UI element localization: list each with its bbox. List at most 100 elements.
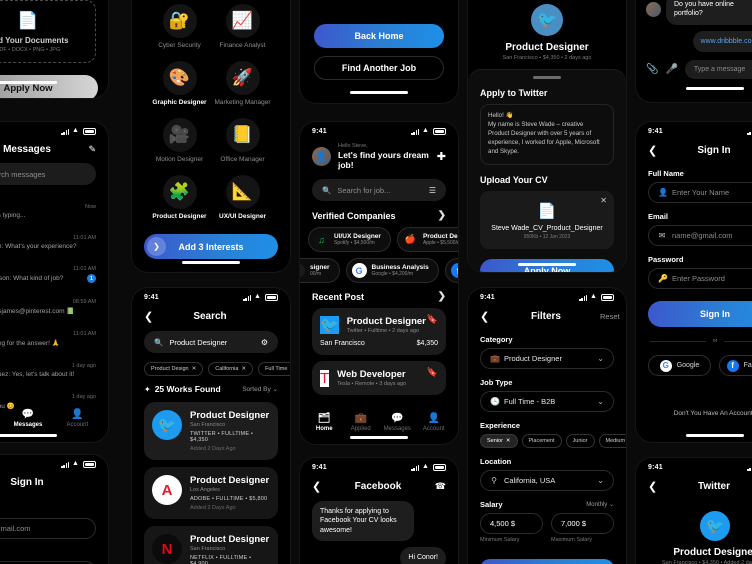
- list-item[interactable]: Sony 11:01 AM Sophie Anderson: What kind…: [0, 256, 108, 289]
- filter-select[interactable]: 🕒 Full Time - B2B ⌄: [480, 391, 614, 412]
- interest-graphic-designer[interactable]: 🎨 Graphic Designer: [148, 61, 211, 106]
- battery-icon: [83, 461, 96, 468]
- min-salary-input[interactable]: 4,500 $: [480, 513, 543, 534]
- apply-now-button[interactable]: Apply Now: [0, 75, 98, 98]
- chevron-right-icon[interactable]: ❯: [438, 210, 446, 221]
- chevron-left-icon[interactable]: ❮: [648, 144, 660, 157]
- signin-navbar: ❮ Sign In: [636, 137, 752, 165]
- list-item[interactable]: 🔖 🐦 Product Designer Twitter • Fulltime …: [312, 308, 446, 355]
- company-chip[interactable]: ♫ UI/UX Designer Spotify • $4,500/m: [308, 227, 391, 252]
- company-chip[interactable]: signer 00/m: [300, 258, 340, 283]
- wifi-icon: [72, 127, 80, 135]
- document-dropzone[interactable]: 📄 Add Your Documents PDF • DOCX • PNG • …: [0, 0, 96, 63]
- apply-filters-button[interactable]: [480, 559, 614, 564]
- clear-icon[interactable]: ⚙: [261, 338, 268, 347]
- interest-emoji-icon: 📐: [225, 175, 260, 209]
- input-password[interactable]: 🔑 Enter Password: [648, 268, 752, 289]
- sheet-drag-handle[interactable]: [533, 76, 561, 79]
- filter-icon[interactable]: ☰: [429, 186, 436, 195]
- email-field[interactable]: name@gmail.com: [0, 518, 96, 539]
- signup-link[interactable]: Don't You Have An Account?: [636, 376, 752, 420]
- experience-chip[interactable]: Placement: [521, 434, 562, 448]
- input-full-name[interactable]: 👤 Enter Your Name: [648, 182, 752, 203]
- reset-button[interactable]: Reset: [600, 312, 620, 321]
- company-logo-twitter: 🐦: [320, 316, 339, 334]
- list-item[interactable]: Google Now Emily White is typing...: [0, 194, 108, 225]
- company-chip[interactable]: f Mot Face: [444, 258, 458, 283]
- interest-office-manager[interactable]: 📒 Office Manager: [211, 118, 274, 163]
- tab-messages[interactable]: 💬 Messages: [379, 414, 416, 433]
- close-icon[interactable]: ✕: [600, 196, 607, 205]
- cv-file-card[interactable]: ✕ 📄 Steve Wade_CV_Product_Designer 950Kb…: [480, 190, 614, 249]
- tab-account[interactable]: 👤 Account: [53, 410, 102, 429]
- company-chip[interactable]: 🍎 Product Designer Apple • $5,500/m: [396, 227, 458, 252]
- filter-chip[interactable]: Full Time✕: [258, 362, 290, 376]
- tab-home[interactable]: 🗂 Home: [306, 414, 343, 433]
- experience-chip[interactable]: Junior: [565, 434, 595, 448]
- list-item[interactable]: Pinterest 08:59 AM Sara James: sjames@pi…: [0, 289, 108, 321]
- filter-select[interactable]: 💼 Product Designer ⌄: [480, 348, 614, 369]
- status-bar: 9:41: [468, 288, 626, 303]
- search-input[interactable]: 🔍 Search for job... ☰: [312, 179, 446, 201]
- chevron-left-icon[interactable]: ❮: [480, 310, 492, 323]
- table-row[interactable]: A Product Designer Los Angeles ADOBE • F…: [144, 467, 278, 519]
- bookmark-icon[interactable]: 🔖: [427, 314, 438, 325]
- signin-with-google[interactable]: G Google: [648, 355, 711, 376]
- signin-with-facebook[interactable]: f Facebook: [719, 355, 752, 376]
- compose-icon[interactable]: ✎: [82, 144, 96, 155]
- list-item[interactable]: Tesla 11:01 AM You: I'm waiting for the …: [0, 321, 108, 353]
- add-interests-button[interactable]: Add 3 Interests ❯: [144, 234, 278, 259]
- signin-form: Full Name 👤 Enter Your Name Email ✉ name@…: [636, 169, 752, 289]
- interest-marketing-manager[interactable]: 🚀 Marketing Manager: [211, 61, 274, 106]
- cover-letter-text[interactable]: Hello! 👋 My name is Steve Wade – creativ…: [480, 104, 614, 165]
- close-icon[interactable]: ✕: [506, 438, 511, 444]
- message-input[interactable]: Type a message: [684, 60, 752, 80]
- table-row[interactable]: N Product Designer San Francisco NETFLIX…: [144, 526, 278, 564]
- input-email[interactable]: ✉ name@gmail.com: [648, 225, 752, 246]
- interest-cyber-security[interactable]: 🔐 Cyber Security: [148, 4, 211, 49]
- microphone-icon[interactable]: 🎤: [665, 64, 677, 75]
- search-input[interactable]: 🔍 Search messages: [0, 163, 96, 185]
- avatar[interactable]: 👤: [312, 147, 331, 166]
- max-salary-input[interactable]: 7,000 $: [551, 513, 614, 534]
- list-item[interactable]: Spotify 1 day ago Armin Rodriguez: Yes, …: [0, 353, 108, 384]
- signin-submit-button[interactable]: Sign In: [648, 301, 752, 327]
- interest-ux-ui-designer[interactable]: 📐 UX/UI Designer: [211, 175, 274, 220]
- tab-messages[interactable]: 💬 Messages: [3, 410, 52, 429]
- chevron-left-icon[interactable]: ❮: [648, 480, 660, 493]
- find-another-job-button[interactable]: Find Another Job: [314, 56, 444, 80]
- back-home-button[interactable]: Back Home: [314, 24, 444, 48]
- input-placeholder: Enter Password: [672, 274, 725, 283]
- attachment-icon[interactable]: 📎: [646, 64, 658, 75]
- list-item[interactable]: Facebook 11:01 AM Conor Morgan: What's y…: [0, 225, 108, 256]
- company-chip[interactable]: G Business Analysis Google • $4,200/m: [345, 258, 439, 283]
- location-select[interactable]: ⚲ California, USA ⌄: [480, 470, 614, 491]
- filter-chip[interactable]: Product Design ✕: [144, 362, 204, 376]
- chevron-right-icon[interactable]: ❯: [438, 291, 446, 302]
- tab-label: Messages: [13, 422, 43, 428]
- experience-chip[interactable]: Medium: [598, 434, 626, 448]
- tab-applied[interactable]: 💼 Applied: [343, 414, 380, 433]
- close-icon[interactable]: ✕: [241, 366, 246, 372]
- chevron-left-icon[interactable]: ❮: [144, 310, 156, 323]
- job-city: San Francisco: [320, 340, 365, 347]
- close-icon[interactable]: ✕: [192, 366, 197, 372]
- tab-account[interactable]: 👤 Account: [416, 414, 453, 433]
- phone-icon[interactable]: ☎: [432, 481, 446, 492]
- plus-icon[interactable]: ✚: [437, 150, 446, 163]
- list-item[interactable]: 🔖 T Web Developer Tesla • Remote • 3 day…: [312, 361, 446, 395]
- verified-companies-title: Verified Companies: [312, 210, 396, 221]
- interest-motion-designer[interactable]: 🎥 Motion Designer: [148, 118, 211, 163]
- interest-finance-analyst[interactable]: 📈 Finance Analyst: [211, 4, 274, 49]
- interest-product-designer[interactable]: 🧩 Product Designer: [148, 175, 211, 220]
- experience-chip[interactable]: Senior ✕: [480, 434, 518, 448]
- table-row[interactable]: 🐦 Product Designer San Francisco TWITTER…: [144, 402, 278, 460]
- filter-chip[interactable]: California ✕: [208, 362, 254, 376]
- salary-period-dropdown[interactable]: Monthly ⌄: [586, 501, 614, 508]
- search-input[interactable]: 🔍 Product Designer ⚙: [144, 331, 278, 353]
- status-bar: 9:41: [636, 122, 752, 137]
- signal-icon: [747, 465, 752, 471]
- sort-by-dropdown[interactable]: Sorted By ⌄: [242, 385, 278, 393]
- chevron-left-icon[interactable]: ❮: [312, 480, 324, 493]
- bookmark-icon[interactable]: 🔖: [427, 367, 438, 378]
